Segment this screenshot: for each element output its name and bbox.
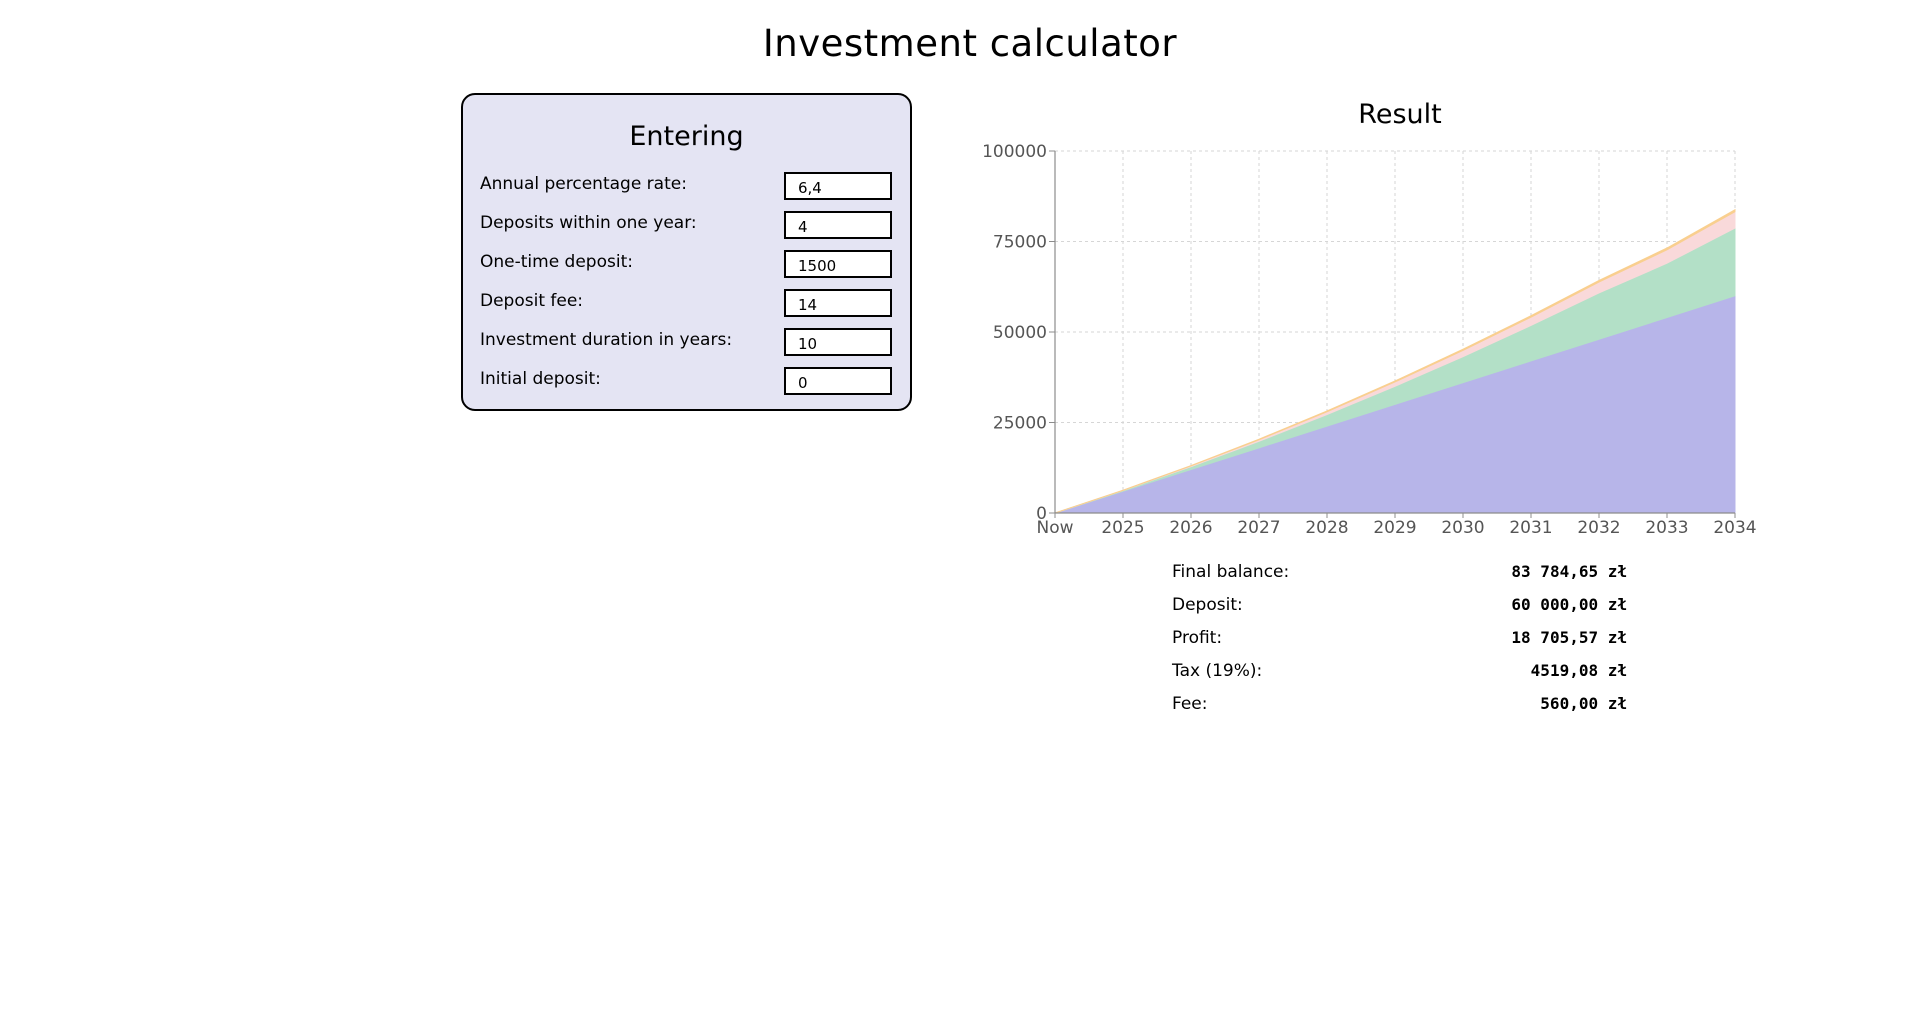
y-tick-label: 50000 <box>993 323 1047 343</box>
field-row-investment-duration: Investment duration in years: <box>480 328 892 358</box>
x-tick-label: 2033 <box>1645 518 1688 538</box>
initial-deposit-input[interactable] <box>784 367 892 395</box>
field-row-one-time-deposit: One-time deposit: <box>480 250 892 280</box>
x-tick-label: 2032 <box>1577 518 1620 538</box>
summary-row-final-balance: Final balance: 83 784,65 zł <box>1172 562 1627 590</box>
x-tick-label: Now <box>1036 518 1073 538</box>
field-row-initial-deposit: Initial deposit: <box>480 367 892 397</box>
page-title: Investment calculator <box>762 22 1178 65</box>
deposits-per-year-input[interactable] <box>784 211 892 239</box>
x-tick-label: 2028 <box>1305 518 1348 538</box>
profit-value: 18 705,57 zł <box>1511 628 1627 647</box>
y-tick-label: 75000 <box>993 233 1047 253</box>
input-panel: Entering Annual percentage rate: Deposit… <box>461 93 912 411</box>
summary-row-deposit: Deposit: 60 000,00 zł <box>1172 595 1627 623</box>
summary-row-profit: Profit: 18 705,57 zł <box>1172 628 1627 656</box>
x-tick-label: 2030 <box>1441 518 1484 538</box>
one-time-deposit-input[interactable] <box>784 250 892 278</box>
final-balance-value: 83 784,65 zł <box>1511 562 1627 581</box>
result-chart-area: Result 0 25000 50000 75000 100000 Now 2025 2026… <box>975 95 1835 555</box>
annual-rate-label: Annual percentage rate: <box>480 174 687 194</box>
deposits-per-year-label: Deposits within one year: <box>480 213 697 233</box>
fee-label: Fee: <box>1172 694 1208 714</box>
summary-row-fee: Fee: 560,00 zł <box>1172 694 1627 722</box>
initial-deposit-label: Initial deposit: <box>480 369 601 389</box>
one-time-deposit-label: One-time deposit: <box>480 252 633 272</box>
field-row-deposit-fee: Deposit fee: <box>480 289 892 319</box>
deposit-value: 60 000,00 zł <box>1511 595 1627 614</box>
y-tick-label: 100000 <box>982 142 1047 162</box>
profit-label: Profit: <box>1172 628 1223 648</box>
field-row-deposits-per-year: Deposits within one year: <box>480 211 892 241</box>
x-tick-label: 2029 <box>1373 518 1416 538</box>
deposit-label: Deposit: <box>1172 595 1243 615</box>
final-balance-label: Final balance: <box>1172 562 1290 582</box>
result-chart: 0250005000075000100000Now 2025 2026 2027 202… <box>982 142 1757 538</box>
fee-value: 560,00 zł <box>1540 694 1627 713</box>
input-panel-title: Entering <box>629 121 744 152</box>
x-tick-label: 2027 <box>1237 518 1280 538</box>
x-tick-label: 2031 <box>1509 518 1552 538</box>
annual-rate-input[interactable] <box>784 172 892 200</box>
x-tick-label: 2026 <box>1169 518 1212 538</box>
investment-duration-input[interactable] <box>784 328 892 356</box>
x-tick-label: 2034 <box>1713 518 1756 538</box>
tax-value: 4519,08 zł <box>1530 661 1627 680</box>
y-tick-label: 25000 <box>993 414 1047 434</box>
deposit-fee-label: Deposit fee: <box>480 291 584 311</box>
field-row-annual-rate: Annual percentage rate: <box>480 172 892 202</box>
x-tick-label: 2025 <box>1101 518 1144 538</box>
investment-duration-label: Investment duration in years: <box>480 330 733 350</box>
summary-row-tax: Tax (19%): 4519,08 zł <box>1172 661 1627 689</box>
tax-label: Tax (19%): <box>1172 661 1263 681</box>
deposit-fee-input[interactable] <box>784 289 892 317</box>
